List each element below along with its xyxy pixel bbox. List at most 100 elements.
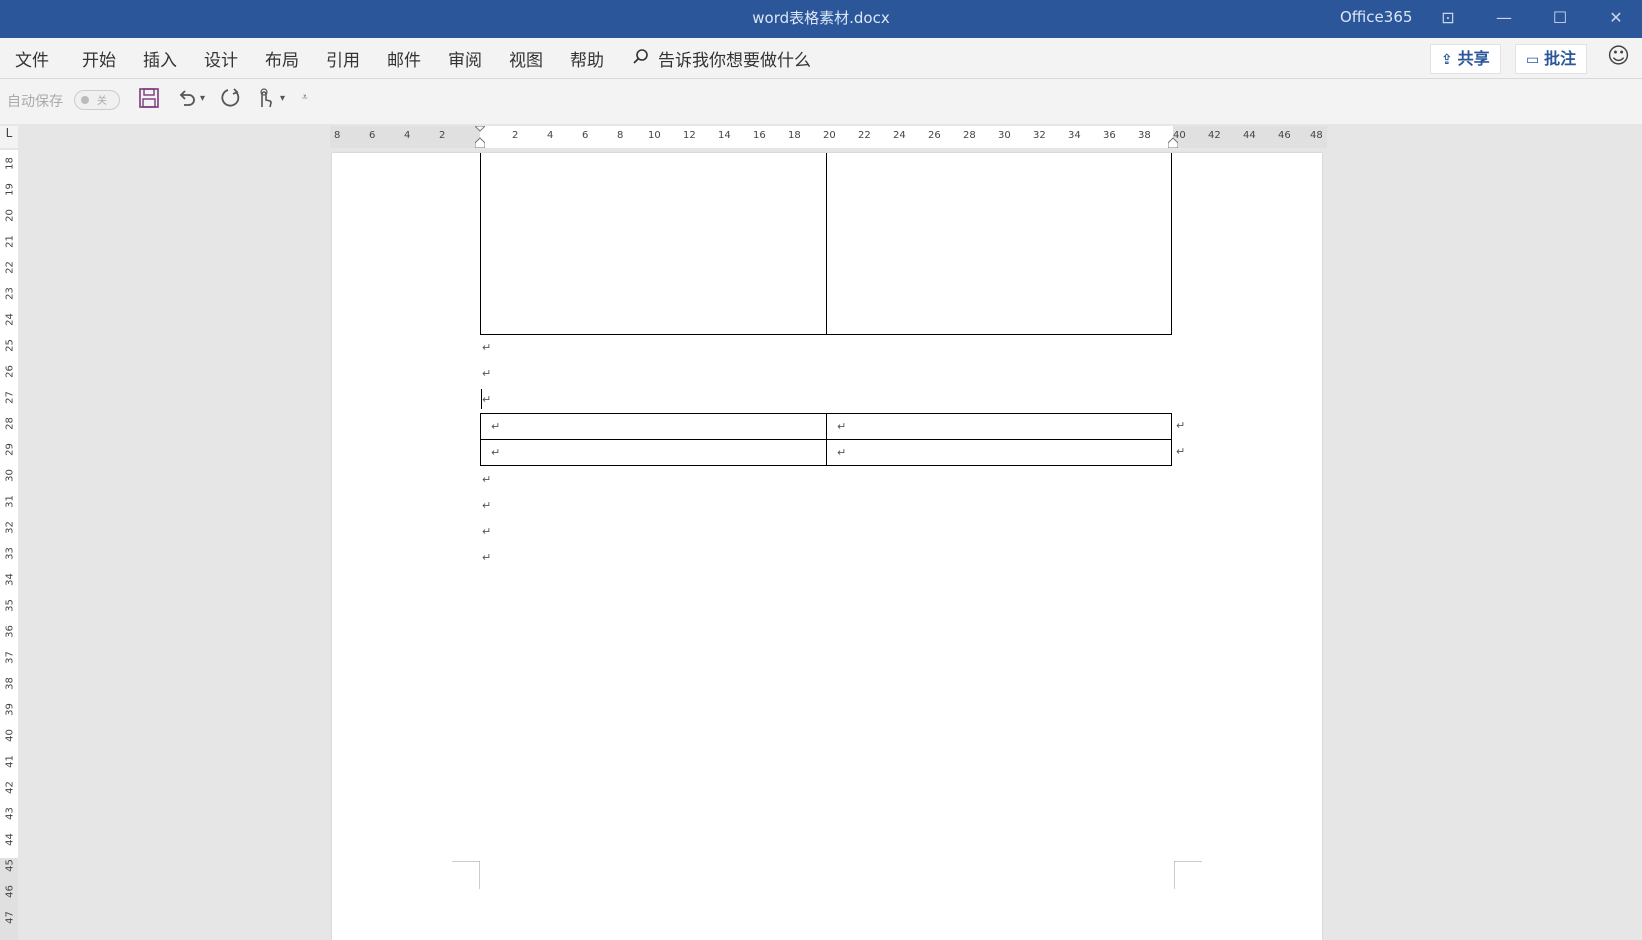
ruler-tick: 38: [4, 677, 16, 690]
autosave-label: 自动保存: [7, 94, 63, 110]
share-label: 共享: [1457, 49, 1490, 68]
ruler-tick: 21: [4, 235, 16, 248]
table-cell[interactable]: ↵: [480, 439, 827, 466]
ruler-tick: 39: [4, 703, 16, 716]
horizontal-ruler[interactable]: 8 6 4 2 2 4 6 8 10 12 14 16 18 20 22 24 …: [330, 125, 1327, 149]
ruler-tick: 45: [4, 859, 16, 872]
ruler-tick: 44: [1243, 130, 1256, 141]
quick-access-toolbar: 自动保存 关 ▾ ▾ ⩡: [0, 79, 1642, 124]
ruler-tick: 35: [4, 599, 16, 612]
ruler-tick: 40: [1173, 130, 1186, 141]
tab-insert[interactable]: 插入: [143, 46, 177, 71]
tab-help[interactable]: 帮助: [570, 46, 604, 71]
ruler-tick: 28: [4, 417, 16, 430]
maximize-button[interactable]: ☐: [1540, 5, 1580, 31]
tab-selector[interactable]: L: [0, 126, 18, 148]
search-icon: [632, 48, 650, 71]
tell-me-search[interactable]: 告诉我你想要做什么: [632, 46, 811, 71]
cell-end-mark: ↵: [837, 446, 847, 459]
tell-me-label: 告诉我你想要做什么: [658, 51, 811, 71]
tab-file[interactable]: 文件: [15, 46, 49, 71]
ruler-tick: 22: [858, 130, 871, 141]
autosave-toggle[interactable]: 关: [74, 90, 120, 110]
ruler-tick: 16: [753, 130, 766, 141]
table-cell[interactable]: ↵: [826, 413, 1172, 440]
table-cell[interactable]: ↵: [480, 413, 827, 440]
paragraph-mark: ↵: [482, 393, 492, 406]
ruler-tick: 34: [1068, 130, 1081, 141]
save-icon[interactable]: [138, 87, 160, 114]
ruler-tick: 46: [4, 885, 16, 898]
comment-icon: ▭: [1526, 52, 1545, 68]
customize-qat-icon[interactable]: ⩡: [302, 92, 308, 103]
undo-icon[interactable]: [176, 87, 198, 114]
ruler-tick: 4: [547, 130, 554, 141]
table-cell[interactable]: [826, 153, 1172, 335]
tab-mailings[interactable]: 邮件: [387, 46, 421, 71]
tab-references[interactable]: 引用: [326, 46, 360, 71]
ruler-tick: 14: [718, 130, 731, 141]
ruler-tick: 27: [4, 391, 16, 404]
feedback-smiley-icon[interactable]: ☺: [1607, 44, 1630, 69]
ruler-tick: 19: [4, 183, 16, 196]
ruler-tick: 12: [683, 130, 696, 141]
tab-home[interactable]: 开始: [82, 46, 116, 71]
toggle-knob: [81, 96, 89, 104]
table-cell[interactable]: ↵: [826, 439, 1172, 466]
ruler-tick: 20: [823, 130, 836, 141]
ruler-tick: 4: [404, 130, 411, 141]
touch-mode-icon[interactable]: [254, 87, 276, 114]
ruler-tick: 22: [4, 261, 16, 274]
ruler-tick: 44: [4, 833, 16, 846]
ruler-tick: 31: [4, 495, 16, 508]
undo-dropdown-icon[interactable]: ▾: [200, 93, 205, 104]
ruler-tick: 47: [4, 911, 16, 924]
ruler-tick: 36: [1103, 130, 1116, 141]
ruler-tick: 28: [963, 130, 976, 141]
row-end-mark: ↵: [1176, 445, 1186, 458]
ruler-tick: 48: [1310, 130, 1323, 141]
title-bar: word表格素材.docx Office365 ⊡ — ☐ ✕: [0, 0, 1642, 38]
ruler-tick: 25: [4, 339, 16, 352]
indent-marker-icon[interactable]: [473, 125, 487, 149]
ribbon-display-options-button[interactable]: ⊡: [1428, 5, 1468, 31]
ruler-tick: 18: [788, 130, 801, 141]
ruler-tick: 40: [4, 729, 16, 742]
ruler-tick: 29: [4, 443, 16, 456]
row-end-mark: ↵: [1176, 419, 1186, 432]
minimize-button[interactable]: —: [1484, 5, 1524, 31]
ruler-tick: 32: [1033, 130, 1046, 141]
paragraph-mark: ↵: [482, 473, 492, 486]
ruler-tick: 43: [4, 807, 16, 820]
ruler-tick: 38: [1138, 130, 1151, 141]
redo-icon[interactable]: [220, 87, 242, 114]
ruler-tick: 8: [334, 130, 341, 141]
comments-label: 批注: [1544, 49, 1577, 68]
ribbon-tabs: 文件 开始 插入 设计 布局 引用 邮件 审阅 视图 帮助 告诉我你想要做什么 …: [0, 38, 1642, 79]
ruler-tick: 24: [4, 313, 16, 326]
paragraph-mark: ↵: [482, 367, 492, 380]
ruler-tick: 34: [4, 573, 16, 586]
cell-end-mark: ↵: [491, 446, 501, 459]
tab-review[interactable]: 审阅: [448, 46, 482, 71]
tab-view[interactable]: 视图: [509, 46, 543, 71]
share-button[interactable]: ⇪ 共享: [1430, 44, 1501, 74]
account-brand[interactable]: Office365: [1340, 8, 1412, 26]
ruler-tick: 42: [1208, 130, 1221, 141]
table-cell[interactable]: [480, 153, 827, 335]
tab-layout[interactable]: 布局: [265, 46, 299, 71]
ruler-tick: 26: [4, 365, 16, 378]
ruler-tick: 24: [893, 130, 906, 141]
ruler-tick: 20: [4, 209, 16, 222]
ruler-tick: 32: [4, 521, 16, 534]
ruler-tick: 46: [1278, 130, 1291, 141]
document-page[interactable]: ↵ ↵ ↵ ↵ ↵ ↵ ↵ ↵ ↵ ↵ ↵ ↵ ↵: [332, 153, 1322, 940]
ruler-tick: 30: [4, 469, 16, 482]
comments-button[interactable]: ▭ 批注: [1515, 44, 1588, 74]
close-button[interactable]: ✕: [1596, 5, 1636, 31]
tab-design[interactable]: 设计: [204, 46, 238, 71]
paragraph-mark: ↵: [482, 341, 492, 354]
crop-mark-right: [1174, 861, 1202, 889]
touch-dropdown-icon[interactable]: ▾: [280, 93, 285, 104]
vertical-ruler[interactable]: 18 19 20 21 22 23 24 25 26 27 28 29 30 3…: [0, 150, 18, 940]
